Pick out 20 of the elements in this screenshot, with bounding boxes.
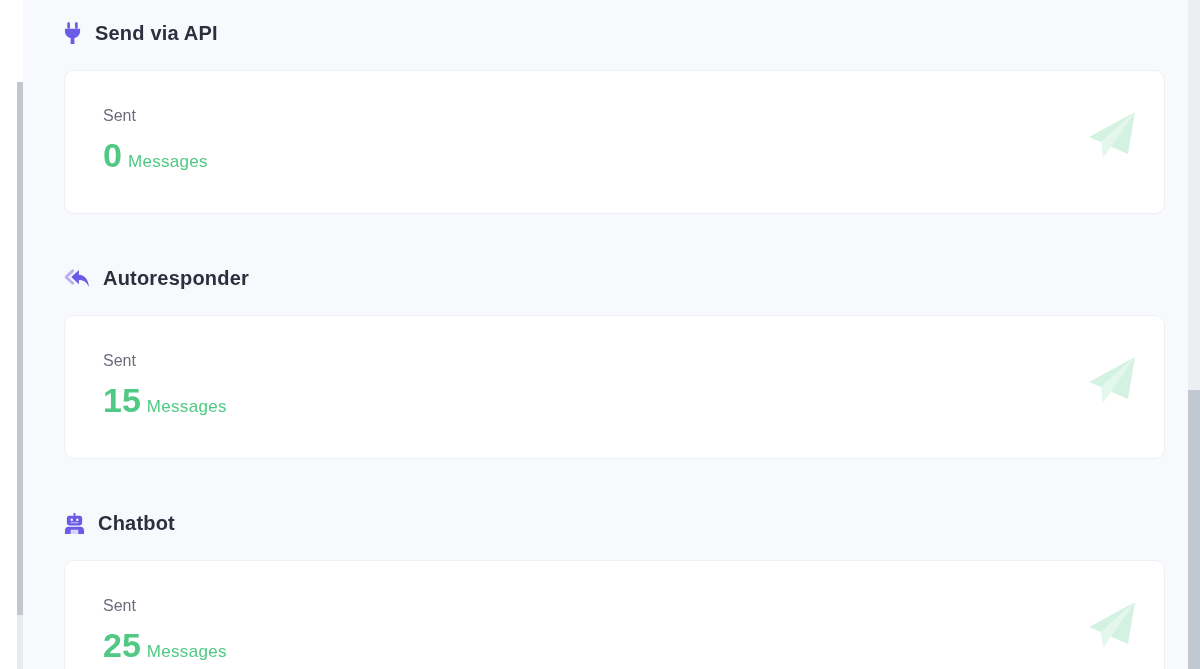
plug-icon <box>64 21 81 45</box>
paper-plane-icon <box>1088 111 1136 159</box>
message-count: 25 <box>103 626 141 664</box>
count-unit: Messages <box>146 642 227 662</box>
robot-icon <box>64 512 85 534</box>
stat-label: Sent <box>103 596 137 616</box>
scrollbar-thumb[interactable] <box>1188 390 1200 669</box>
count-unit: Messages <box>127 152 208 172</box>
section-title: Autoresponder <box>103 266 249 290</box>
reply-all-icon <box>63 267 91 289</box>
section-title: Chatbot <box>98 511 175 535</box>
stat-label: Sent <box>103 351 137 371</box>
message-count: 0 <box>103 136 122 174</box>
message-count: 15 <box>103 381 141 419</box>
section-title: Send via API <box>95 21 218 45</box>
paper-plane-icon <box>1088 601 1136 649</box>
stat-label: Sent <box>103 106 137 126</box>
paper-plane-icon <box>1088 356 1136 404</box>
scrollbar-thumb[interactable] <box>17 82 23 615</box>
count-unit: Messages <box>146 397 227 417</box>
